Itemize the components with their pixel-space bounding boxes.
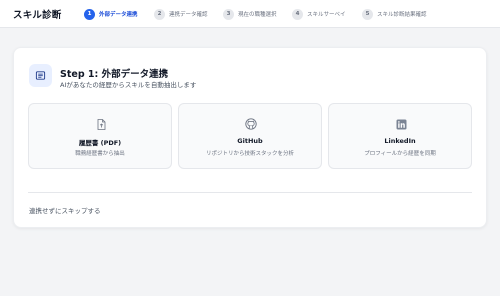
step-number: 2 <box>154 8 165 20</box>
resume-pdf-option[interactable]: 履歴書 (PDF) 職務経歴書から抽出 <box>28 103 172 169</box>
step-label: 連携データ確認 <box>169 12 208 18</box>
linkedin-option[interactable]: LinkedIn プロフィールから経歴を同期 <box>328 103 472 169</box>
source-name: LinkedIn <box>384 137 416 145</box>
step-label: 外部データ連携 <box>99 12 138 18</box>
data-integration-card: Step 1: 外部データ連携 AIがあなたの経歴からスキルを自動抽出します 履… <box>13 47 487 228</box>
source-options: 履歴書 (PDF) 職務経歴書から抽出 GitHub リポジトリから技術スタック… <box>28 103 472 169</box>
step-number: 5 <box>362 8 373 20</box>
source-name: GitHub <box>237 137 263 145</box>
divider <box>28 192 472 193</box>
top-header: スキル診断 1 外部データ連携 2 連携データ確認 3 現在の職種選択 4 スキ… <box>0 0 500 28</box>
document-icon <box>29 64 52 87</box>
github-option[interactable]: GitHub リポジトリから技術スタックを分析 <box>178 103 322 169</box>
step-label: スキル診断結果確認 <box>377 12 427 18</box>
step-number: 4 <box>292 8 303 20</box>
step-1[interactable]: 1 外部データ連携 <box>84 8 138 20</box>
step-number: 1 <box>84 8 95 20</box>
step-label: スキルサーベイ <box>307 12 346 18</box>
page-title: Step 1: 外部データ連携 <box>60 69 169 80</box>
step-5[interactable]: 5 スキル診断結果確認 <box>362 8 427 20</box>
source-name: 履歴書 (PDF) <box>78 139 122 147</box>
linkedin-icon <box>394 117 408 131</box>
app-title: スキル診断 <box>13 10 62 21</box>
step-label: 現在の職種選択 <box>238 12 277 18</box>
source-description: 職務経歴書から抽出 <box>75 151 125 157</box>
step-number: 3 <box>223 8 234 20</box>
file-upload-icon <box>94 117 108 131</box>
step-4[interactable]: 4 スキルサーベイ <box>292 8 346 20</box>
source-description: プロフィールから経歴を同期 <box>364 151 436 157</box>
github-icon <box>244 117 258 131</box>
skip-link[interactable]: 連携せずにスキップする <box>29 205 101 215</box>
page-description: AIがあなたの経歴からスキルを自動抽出します <box>60 81 197 89</box>
source-description: リポジトリから技術スタックを分析 <box>205 151 294 157</box>
step-2[interactable]: 2 連携データ確認 <box>154 8 208 20</box>
step-3[interactable]: 3 現在の職種選択 <box>223 8 277 20</box>
